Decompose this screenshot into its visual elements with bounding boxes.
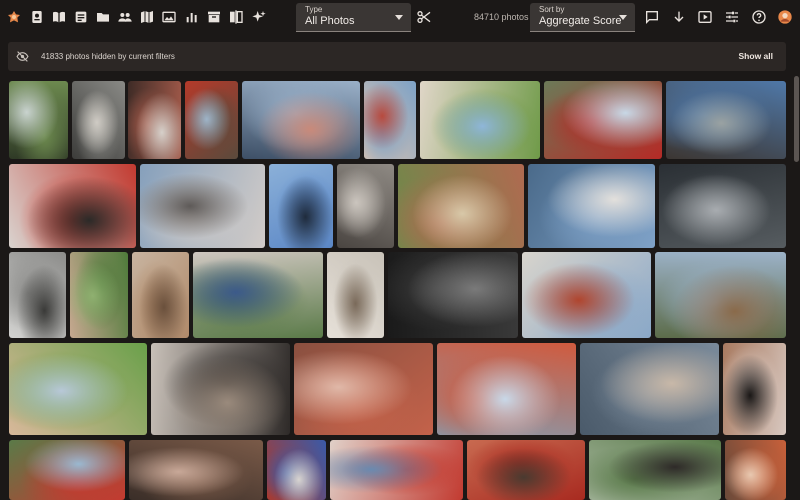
- archive-box-icon[interactable]: [206, 9, 222, 25]
- photo-woman-red-shirt[interactable]: [364, 81, 416, 159]
- photo-crowd-bw[interactable]: [388, 252, 518, 338]
- sort-direction-icon[interactable]: [671, 9, 687, 25]
- sparkle-icon[interactable]: [251, 9, 267, 25]
- type-dropdown[interactable]: Type All Photos: [296, 3, 411, 32]
- photo-red-mask[interactable]: [9, 164, 136, 248]
- photo-family-outdoors[interactable]: [193, 252, 323, 338]
- people-icon[interactable]: [117, 9, 133, 25]
- photo-misty-water[interactable]: [659, 164, 786, 248]
- type-dropdown-value: All Photos: [305, 15, 355, 27]
- folder-icon[interactable]: [95, 9, 111, 25]
- help-icon[interactable]: [751, 9, 767, 25]
- photo-child-red-clothes[interactable]: [128, 81, 181, 159]
- photo-grid: [0, 0, 800, 500]
- chevron-down-icon: [395, 15, 403, 20]
- photo-count: 84710 photos: [474, 12, 529, 22]
- photo-child-tree-bench[interactable]: [185, 81, 238, 159]
- map-icon[interactable]: [139, 9, 155, 25]
- photo-red-crowd[interactable]: [330, 440, 463, 500]
- photo-blue-character[interactable]: [267, 440, 326, 500]
- photo-child-bw-hands[interactable]: [151, 343, 290, 435]
- eye-off-icon: [16, 50, 29, 63]
- photo-boy-green[interactable]: [9, 343, 147, 435]
- photo-red-car[interactable]: [9, 440, 125, 500]
- photo-tree-child[interactable]: [70, 252, 128, 338]
- top-toolbar: Type All Photos 84710 photos Sort by Agg…: [0, 0, 800, 36]
- sort-dropdown-value: Aggregate Score: [539, 15, 622, 27]
- photo-blue-doorway[interactable]: [666, 81, 786, 159]
- photo-bicycle-sky[interactable]: [269, 164, 333, 248]
- photo-child-cap-red[interactable]: [437, 343, 576, 435]
- photo-child-pool[interactable]: [420, 81, 540, 159]
- tune-icon[interactable]: [724, 9, 740, 25]
- notes-icon[interactable]: [73, 9, 89, 25]
- avatar-icon[interactable]: [777, 9, 793, 25]
- photo-child-white-hat[interactable]: [327, 252, 384, 338]
- compare-icon[interactable]: [228, 9, 244, 25]
- scrollbar[interactable]: [794, 76, 799, 162]
- photo-face-painting[interactable]: [294, 343, 433, 435]
- photo-trees-dusk[interactable]: [589, 440, 721, 500]
- photo-garden-path[interactable]: [9, 81, 68, 159]
- book-open-icon[interactable]: [51, 9, 67, 25]
- photo-people-hill[interactable]: [655, 252, 786, 338]
- show-all-button[interactable]: Show all: [739, 51, 773, 61]
- photo-street-scene[interactable]: [9, 252, 66, 338]
- slideshow-icon[interactable]: [697, 9, 713, 25]
- photo-street-walkers[interactable]: [72, 81, 125, 159]
- logo-icon[interactable]: [6, 9, 22, 25]
- comment-icon[interactable]: [644, 9, 660, 25]
- photo-kids-hugging[interactable]: [242, 81, 360, 159]
- photo-library-icon[interactable]: [161, 9, 177, 25]
- photo-red-flowers[interactable]: [544, 81, 662, 159]
- photo-family-group[interactable]: [132, 252, 189, 338]
- photo-girl-black-top[interactable]: [723, 343, 786, 435]
- photo-woman-headscarf[interactable]: [140, 164, 265, 248]
- sort-dropdown[interactable]: Sort by Aggregate Score: [530, 3, 635, 32]
- chevron-down-icon: [619, 15, 627, 20]
- photo-festival-red[interactable]: [467, 440, 585, 500]
- photo-group-sitting[interactable]: [129, 440, 263, 500]
- bar-chart-icon[interactable]: [184, 9, 200, 25]
- scissors-icon[interactable]: [416, 9, 432, 25]
- photo-girl-orange[interactable]: [725, 440, 786, 500]
- photo-girl-field[interactable]: [398, 164, 524, 248]
- hidden-photos-banner: 41833 photos hidden by current filters S…: [8, 42, 786, 71]
- photo-child-window[interactable]: [337, 164, 394, 248]
- person-badge-icon[interactable]: [29, 9, 45, 25]
- sort-dropdown-label: Sort by: [539, 5, 565, 14]
- hidden-photos-text: 41833 photos hidden by current filters: [41, 52, 175, 61]
- photo-old-man-blue[interactable]: [528, 164, 655, 248]
- photo-city-square[interactable]: [580, 343, 719, 435]
- photo-umbrella-beach[interactable]: [522, 252, 651, 338]
- type-dropdown-label: Type: [305, 5, 323, 14]
